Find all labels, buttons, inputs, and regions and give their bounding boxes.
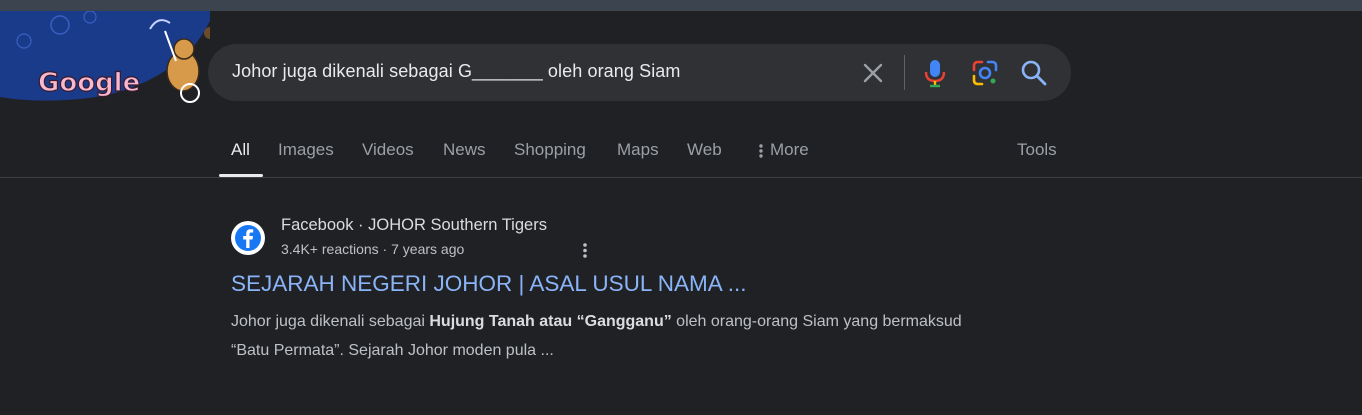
- doodle-art-icon: Google: [0, 10, 216, 103]
- clear-search-button[interactable]: [860, 60, 886, 86]
- result-options-button[interactable]: [581, 241, 589, 259]
- tab-more-label: More: [770, 140, 809, 159]
- doodle-logo-text: Google: [38, 68, 140, 98]
- more-vert-icon: [583, 243, 587, 258]
- tab-web[interactable]: Web: [687, 140, 722, 160]
- mic-icon: [924, 60, 946, 88]
- snippet-text: Johor juga dikenali sebagai: [231, 313, 430, 330]
- result-site-name[interactable]: Facebook · JOHOR Southern Tigers: [281, 216, 547, 235]
- lens-icon: [972, 60, 998, 86]
- tab-more[interactable]: More: [758, 140, 809, 160]
- result-meta: 3.4K+ reactions · 7 years ago: [281, 241, 465, 257]
- tab-all[interactable]: All: [231, 140, 250, 160]
- tools-button[interactable]: Tools: [1017, 140, 1057, 160]
- search-icon: [1021, 60, 1047, 86]
- result-title-link[interactable]: SEJARAH NEGERI JOHOR | ASAL USUL NAMA ..…: [231, 271, 747, 297]
- search-tabs: All Images Videos News Shopping Maps Web…: [0, 130, 1362, 178]
- voice-search-button[interactable]: [922, 58, 948, 88]
- search-box[interactable]: Johor juga dikenali sebagai G_______ ole…: [208, 44, 1071, 101]
- result-snippet: Johor juga dikenali sebagai Hujung Tanah…: [231, 307, 991, 365]
- google-doodle-logo[interactable]: Google: [0, 10, 216, 106]
- clear-icon: [863, 63, 883, 83]
- tab-images[interactable]: Images: [278, 140, 334, 160]
- snippet-highlight: Hujung Tanah atau “Gangganu”: [429, 313, 672, 330]
- lens-search-button[interactable]: [970, 58, 1000, 88]
- site-favicon[interactable]: [231, 221, 265, 255]
- tab-maps[interactable]: Maps: [617, 140, 659, 160]
- tab-videos[interactable]: Videos: [362, 140, 414, 160]
- search-submit-button[interactable]: [1020, 58, 1048, 88]
- search-box-divider: [904, 55, 905, 90]
- tabs-divider: [0, 177, 1362, 178]
- facebook-icon: [235, 225, 261, 251]
- more-vert-icon: [759, 143, 763, 158]
- search-input[interactable]: Johor juga dikenali sebagai G_______ ole…: [232, 61, 681, 82]
- tab-shopping[interactable]: Shopping: [514, 140, 586, 160]
- top-window-bar: [0, 0, 1362, 11]
- tab-news[interactable]: News: [443, 140, 486, 160]
